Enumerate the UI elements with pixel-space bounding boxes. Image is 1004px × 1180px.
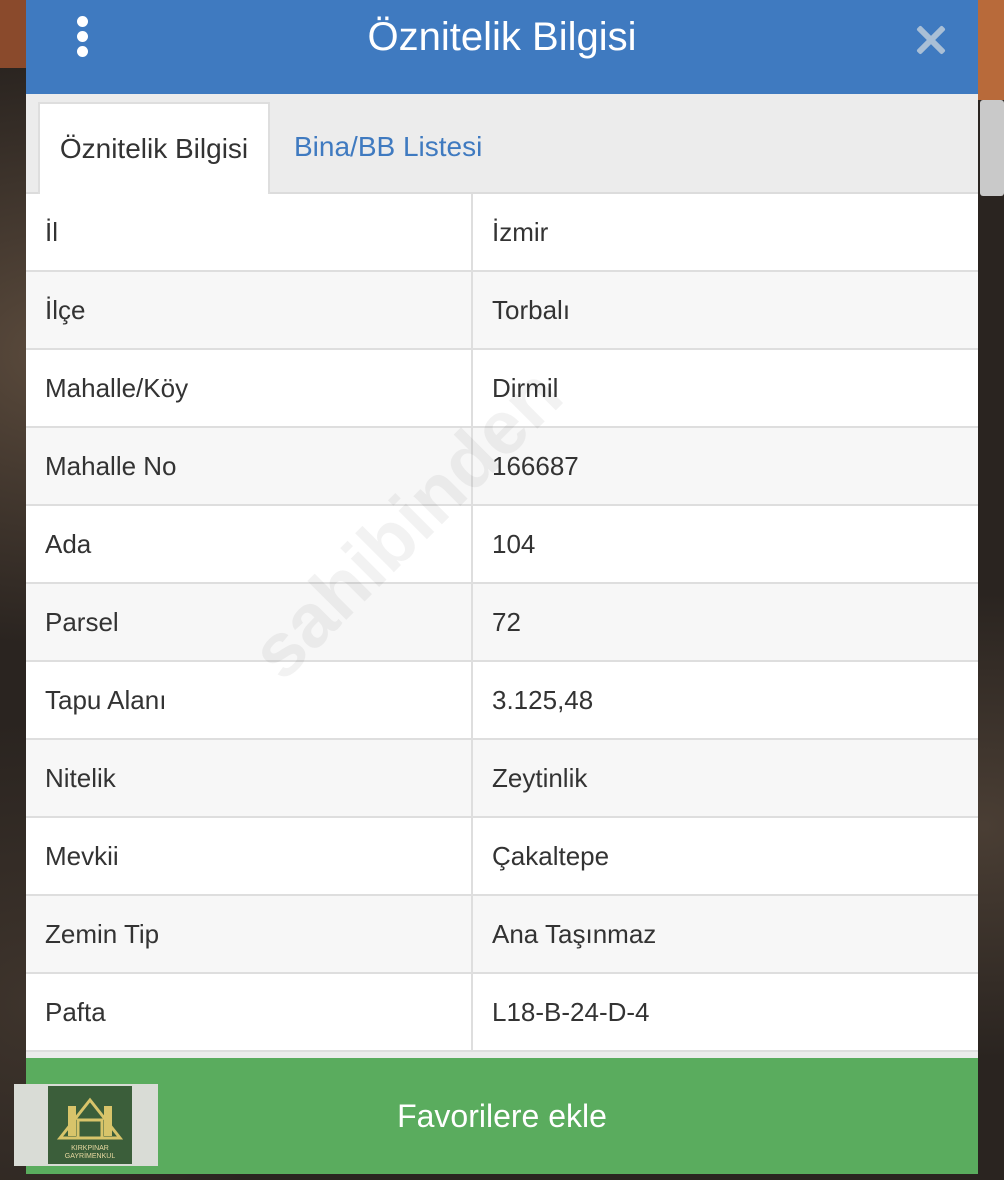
row-value: Torbalı — [473, 272, 978, 348]
background-map-edge-right — [978, 0, 1004, 100]
logo-line1: KIRKPINAR — [71, 1145, 109, 1152]
row-value: 166687 — [473, 428, 978, 504]
tab-building-list[interactable]: Bina/BB Listesi — [294, 102, 482, 192]
row-key: Zemin Tip — [26, 896, 473, 972]
house-icon — [56, 1097, 124, 1140]
tab-attribute-info[interactable]: Öznitelik Bilgisi — [38, 102, 270, 196]
row-value: L18-B-24-D-4 — [473, 974, 978, 1050]
row-key: Mevkii — [26, 818, 473, 894]
row-key: İlçe — [26, 272, 473, 348]
attribute-info-dialog: Öznitelik Bilgisi Öznitelik Bilgisi Bina… — [26, 0, 978, 1174]
table-row: Mahalle/Köy Dirmil — [26, 350, 978, 428]
building-logo-icon: KIRKPINAR GAYRİMENKUL — [48, 1086, 132, 1164]
row-key: Parsel — [26, 584, 473, 660]
table-row: Mevkii Çakaltepe — [26, 818, 978, 896]
table-row: İl İzmir — [26, 194, 978, 272]
row-key: Mahalle/Köy — [26, 350, 473, 426]
logo-line2: GAYRİMENKUL — [64, 1153, 116, 1160]
table-row: Ada 104 — [26, 506, 978, 584]
row-key: Nitelik — [26, 740, 473, 816]
table-row: İlçe Torbalı — [26, 272, 978, 350]
tab-bar: Öznitelik Bilgisi Bina/BB Listesi — [26, 94, 978, 196]
scrollbar[interactable] — [980, 100, 1004, 196]
row-value: 72 — [473, 584, 978, 660]
row-value: 3.125,48 — [473, 662, 978, 738]
table-row: Nitelik Zeytinlik — [26, 740, 978, 818]
row-value: Zeytinlik — [473, 740, 978, 816]
row-key: Mahalle No — [26, 428, 473, 504]
attribute-table: İl İzmir İlçe Torbalı Mahalle/Köy Dirmil… — [26, 194, 978, 1052]
row-value: Dirmil — [473, 350, 978, 426]
add-to-favorites-button[interactable]: Favorilere ekle — [26, 1058, 978, 1174]
close-icon[interactable] — [910, 20, 950, 60]
row-value: 104 — [473, 506, 978, 582]
row-key: İl — [26, 194, 473, 270]
company-logo: KIRKPINAR GAYRİMENKUL — [14, 1084, 158, 1166]
table-row: Parsel 72 — [26, 584, 978, 662]
dialog-title: Öznitelik Bilgisi — [367, 15, 637, 59]
table-row: Mahalle No 166687 — [26, 428, 978, 506]
row-value: Çakaltepe — [473, 818, 978, 894]
table-row: Pafta L18-B-24-D-4 — [26, 974, 978, 1052]
row-value: Ana Taşınmaz — [473, 896, 978, 972]
dialog-header: Öznitelik Bilgisi — [26, 0, 978, 94]
table-row: Tapu Alanı 3.125,48 — [26, 662, 978, 740]
background-map-edge — [0, 0, 26, 68]
table-row: Zemin Tip Ana Taşınmaz — [26, 896, 978, 974]
row-value: İzmir — [473, 194, 978, 270]
row-key: Tapu Alanı — [26, 662, 473, 738]
row-key: Pafta — [26, 974, 473, 1050]
row-key: Ada — [26, 506, 473, 582]
